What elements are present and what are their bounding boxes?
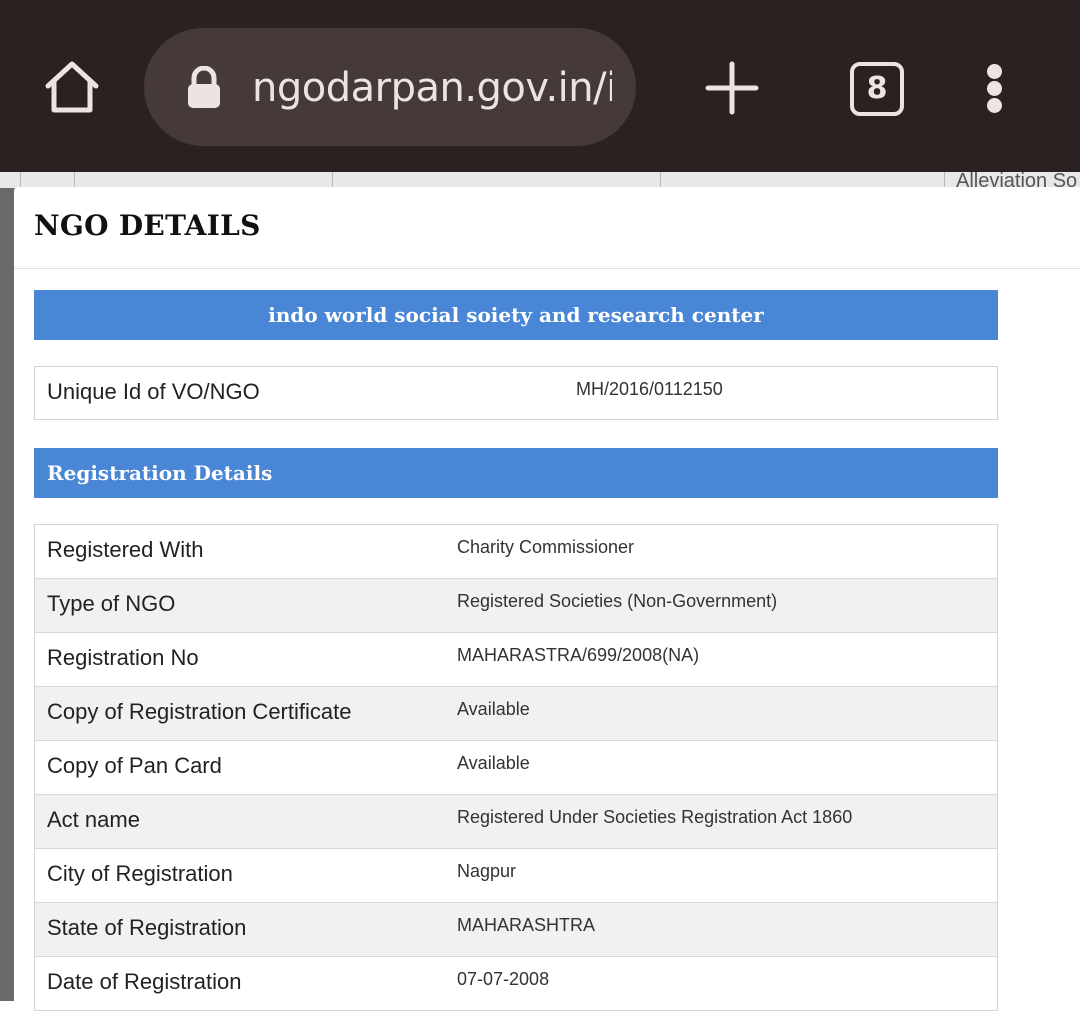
row-value: MAHARASTRA/699/2008(NA) [457,645,700,665]
tab-switcher-icon: 8 [850,62,904,116]
menu-dot [987,98,1002,113]
plus-icon [705,61,759,115]
unique-id-table: Unique Id of VO/NGO MH/2016/0112150 [34,366,998,420]
background-cell-text: Alleviation So [956,172,1078,188]
row-value: Charity Commissioner [457,537,635,557]
home-button[interactable] [40,56,104,120]
divider [660,172,661,188]
modal-title: NGO DETAILS [34,209,261,242]
menu-dot [987,81,1002,96]
divider [332,172,333,188]
divider [74,172,75,188]
divider [944,172,945,188]
divider [20,172,21,188]
row-label: Registration No [47,645,199,670]
url-text[interactable]: ngodarpan.gov.in/index.php [252,58,612,118]
row-value: Available [457,699,530,719]
registration-details-header: Registration Details [34,448,998,498]
menu-dot [987,64,1002,79]
row-label: Copy of Registration Certificate [47,699,352,724]
row-label: State of Registration [47,915,247,940]
table-row: Unique Id of VO/NGO MH/2016/0112150 [35,367,997,419]
lock-icon[interactable] [184,65,224,110]
registration-table: Registered With Charity Commissioner Typ… [34,524,998,1011]
table-row: State of Registration MAHARASHTRA [35,902,997,956]
table-row: Registered With Charity Commissioner [35,525,997,578]
home-icon [45,61,99,113]
org-name-header: indo world social soiety and research ce… [34,290,998,340]
row-value: Available [457,753,530,773]
background-table-row: Alleviation So [0,172,1080,188]
table-row: Act name Registered Under Societies Regi… [35,794,997,848]
tab-switcher-button[interactable]: 8 [846,58,906,118]
new-tab-button[interactable] [700,56,764,120]
table-row: Type of NGO Registered Societies (Non-Go… [35,578,997,632]
more-vert-icon[interactable] [976,60,1016,118]
table-row: Copy of Pan Card Available [35,740,997,794]
row-label: Unique Id of VO/NGO [47,379,260,404]
row-label: Date of Registration [47,969,242,994]
row-value: Registered Under Societies Registration … [457,807,853,827]
ngo-details-modal: NGO DETAILS indo world social soiety and… [14,187,1080,1017]
divider [14,268,1080,269]
row-label: Type of NGO [47,591,176,616]
table-row: Date of Registration 07-07-2008 [35,956,997,1010]
row-value: MH/2016/0112150 [576,379,723,399]
table-row: Registration No MAHARASTRA/699/2008(NA) [35,632,997,686]
row-label: Copy of Pan Card [47,753,222,778]
table-row: Copy of Registration Certificate Availab… [35,686,997,740]
row-label: City of Registration [47,861,233,886]
row-value: MAHARASHTRA [457,915,596,935]
row-label: Registered With [47,537,204,562]
row-label: Act name [47,807,140,832]
address-bar[interactable]: ngodarpan.gov.in/index.php [144,28,636,146]
row-value: Nagpur [457,861,517,881]
table-row: City of Registration Nagpur [35,848,997,902]
row-value: Registered Societies (Non-Government) [457,591,778,611]
browser-toolbar: ngodarpan.gov.in/index.php 8 [0,0,1080,172]
row-value: 07-07-2008 [457,969,550,989]
